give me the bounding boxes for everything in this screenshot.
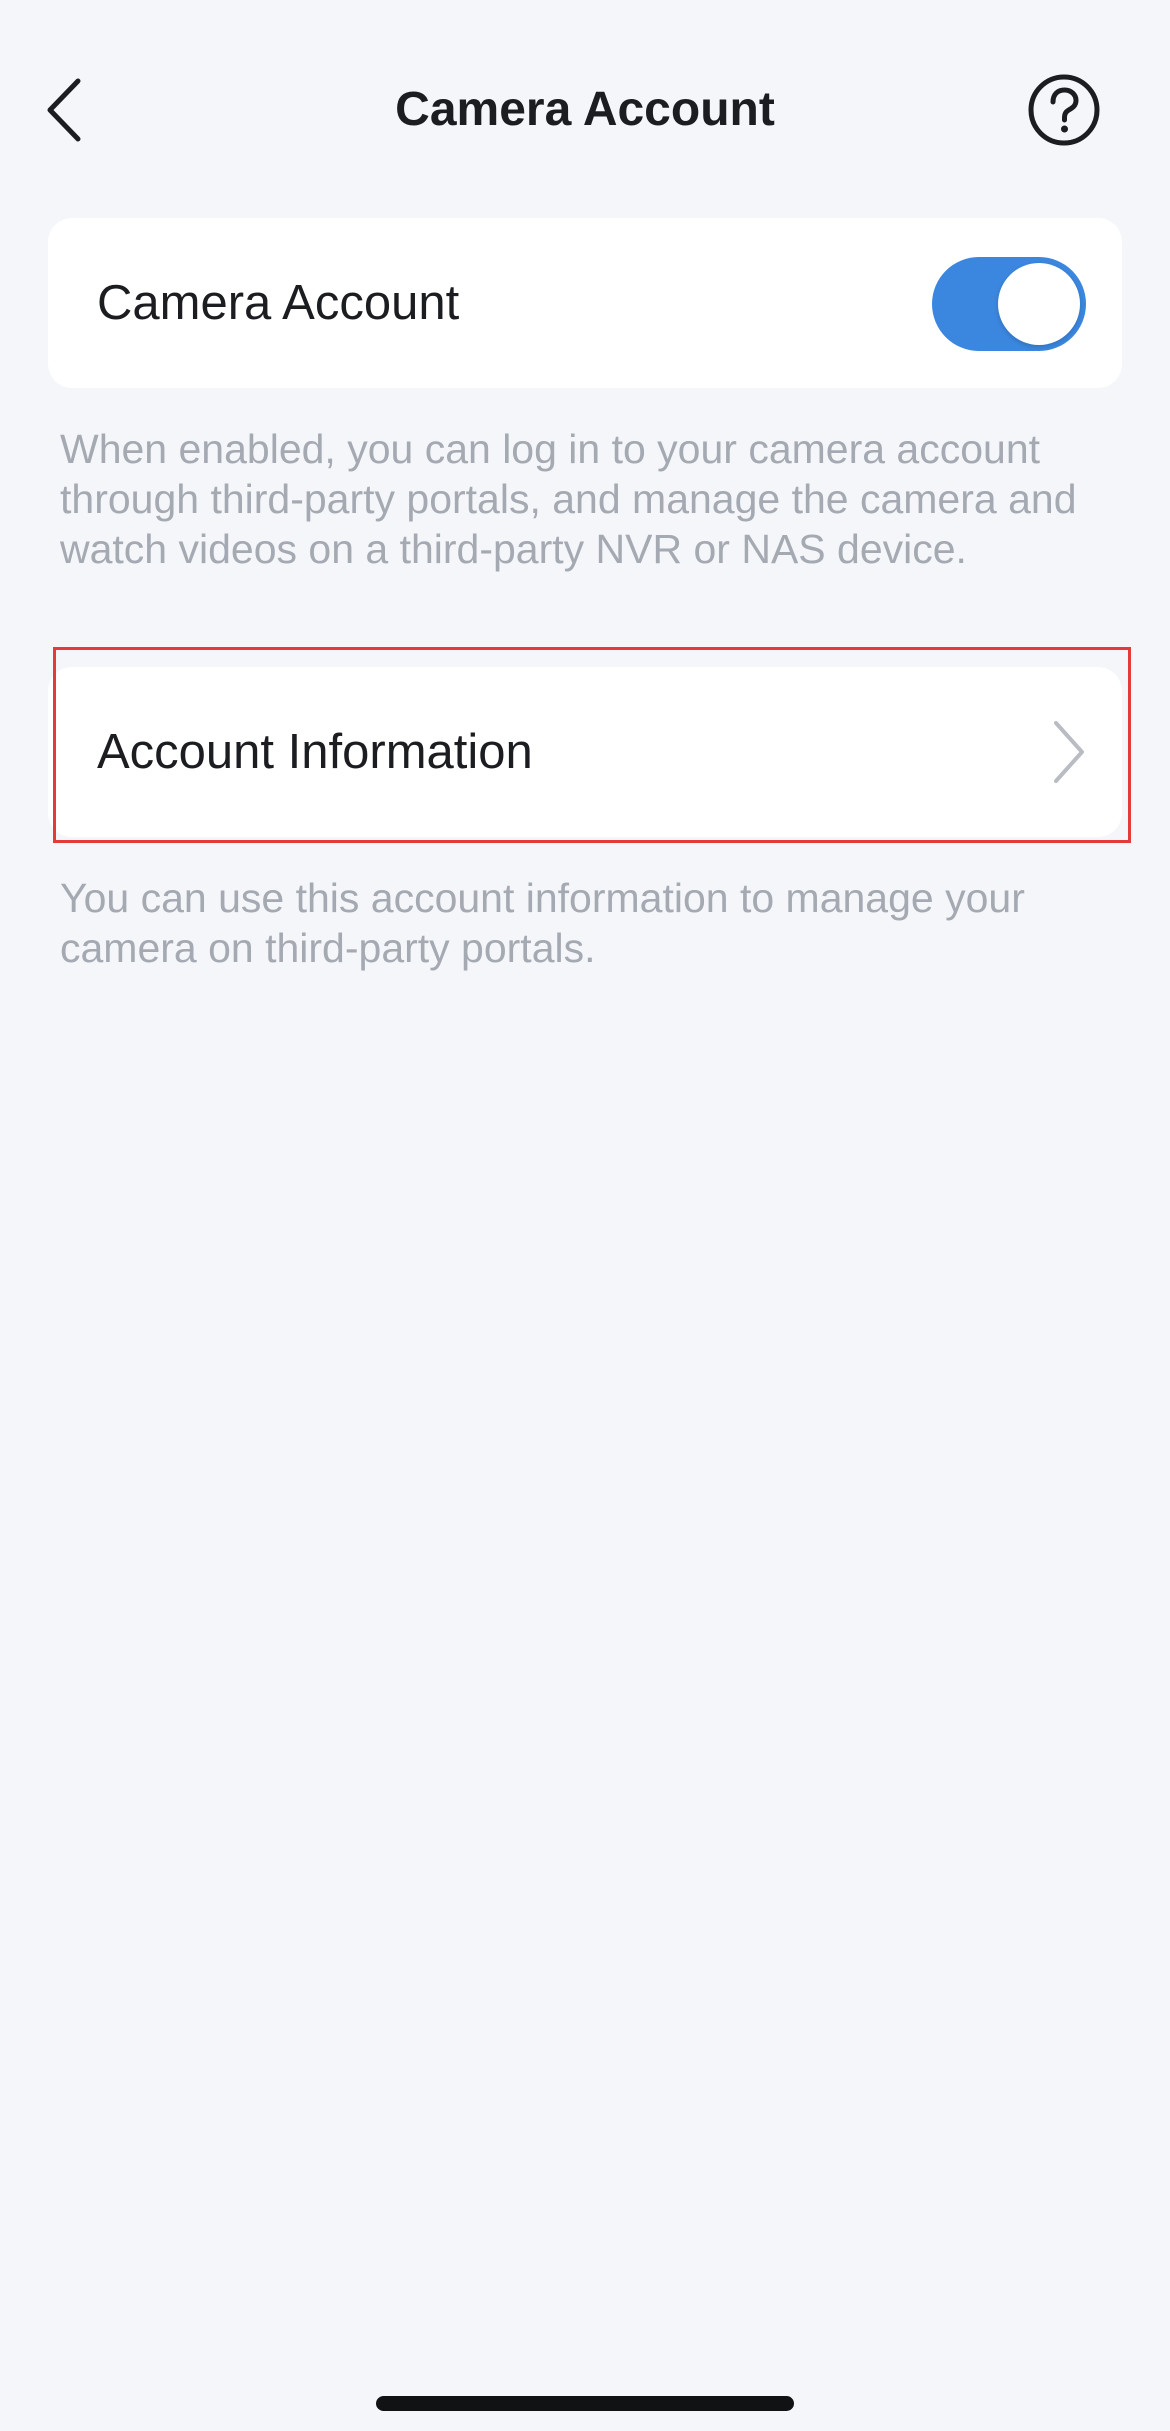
navigation-bar: Camera Account <box>0 52 1170 168</box>
back-button[interactable] <box>44 68 124 152</box>
toggle-knob <box>998 263 1080 345</box>
account-information-row[interactable]: Account Information <box>48 667 1122 837</box>
home-indicator <box>376 2396 794 2411</box>
help-button[interactable] <box>1024 70 1104 150</box>
account-information-description: You can use this account information to … <box>60 875 1025 971</box>
camera-account-label: Camera Account <box>97 276 460 330</box>
chevron-left-icon <box>47 78 81 142</box>
chevron-right-icon <box>1054 721 1084 783</box>
camera-account-toggle[interactable] <box>932 257 1086 351</box>
camera-account-card: Camera Account <box>48 218 1122 388</box>
camera-account-description: When enabled, you can log in to your cam… <box>60 426 1077 572</box>
question-circle-icon <box>1028 74 1100 146</box>
account-information-label: Account Information <box>97 725 533 779</box>
page-title: Camera Account <box>395 83 775 136</box>
